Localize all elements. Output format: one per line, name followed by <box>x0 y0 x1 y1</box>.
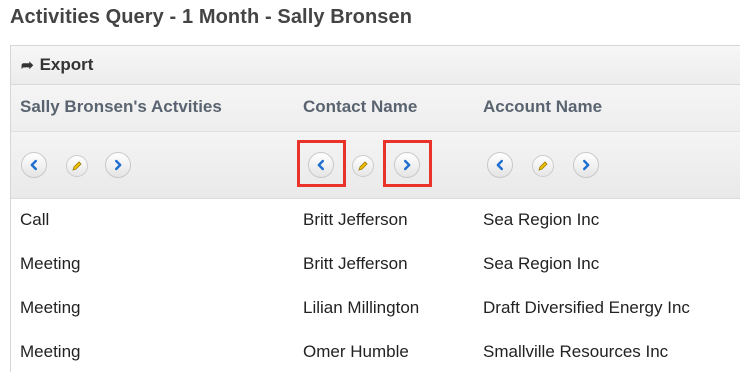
column-header-account-name[interactable]: Account Name <box>483 97 602 117</box>
table-row: Meeting Lilian Millington Draft Diversif… <box>11 286 740 330</box>
column-header-row: Sally Bronsen's Actvities Contact Name A… <box>11 85 740 132</box>
cell-account[interactable]: Sea Region Inc <box>483 210 599 230</box>
report-table: ➦ Export Sally Bronsen's Actvities Conta… <box>10 45 740 372</box>
move-left-button-account[interactable] <box>487 152 513 178</box>
table-row: Meeting Omer Humble Smallville Resources… <box>11 330 740 374</box>
cell-account[interactable]: Draft Diversified Energy Inc <box>483 298 690 318</box>
edit-button-account[interactable] <box>532 155 554 177</box>
move-right-button-account[interactable] <box>573 152 599 178</box>
table-row: Meeting Britt Jefferson Sea Region Inc <box>11 242 740 286</box>
cell-contact[interactable]: Omer Humble <box>303 342 409 362</box>
chevron-right-icon <box>583 159 590 171</box>
move-right-button-activities[interactable] <box>105 152 131 178</box>
toolbar: ➦ Export <box>11 46 740 85</box>
edit-button-contact[interactable] <box>352 155 374 177</box>
table-row: Call Britt Jefferson Sea Region Inc <box>11 198 740 242</box>
cell-contact[interactable]: Britt Jefferson <box>303 254 408 274</box>
chevron-left-icon <box>496 159 503 171</box>
pencil-icon <box>538 161 548 171</box>
chevron-right-icon <box>115 159 122 171</box>
cell-activity: Meeting <box>20 254 81 273</box>
page-title: Activities Query - 1 Month - Sally Brons… <box>10 6 413 28</box>
export-button[interactable]: ➦ Export <box>21 55 93 75</box>
export-label: Export <box>39 55 94 74</box>
chevron-left-icon <box>317 159 324 171</box>
pencil-icon <box>72 161 82 171</box>
cell-account[interactable]: Sea Region Inc <box>483 254 599 274</box>
cell-activity: Meeting <box>20 342 81 361</box>
edit-button-activities[interactable] <box>66 155 88 177</box>
column-controls-row <box>11 132 740 199</box>
cell-account[interactable]: Smallville Resources Inc <box>483 342 668 362</box>
pencil-icon <box>358 161 368 171</box>
chevron-left-icon <box>30 159 37 171</box>
cell-contact[interactable]: Britt Jefferson <box>303 210 408 230</box>
cell-activity: Meeting <box>20 298 81 317</box>
chevron-right-icon <box>404 159 411 171</box>
column-header-activities[interactable]: Sally Bronsen's Actvities <box>20 97 222 117</box>
move-right-button-contact[interactable] <box>394 152 420 178</box>
cell-contact[interactable]: Lilian Millington <box>303 298 419 318</box>
cell-activity: Call <box>20 210 50 229</box>
column-header-contact-name[interactable]: Contact Name <box>303 97 417 117</box>
move-left-button-activities[interactable] <box>21 152 47 178</box>
move-left-button-contact[interactable] <box>308 152 334 178</box>
export-arrow-icon: ➦ <box>21 57 34 74</box>
